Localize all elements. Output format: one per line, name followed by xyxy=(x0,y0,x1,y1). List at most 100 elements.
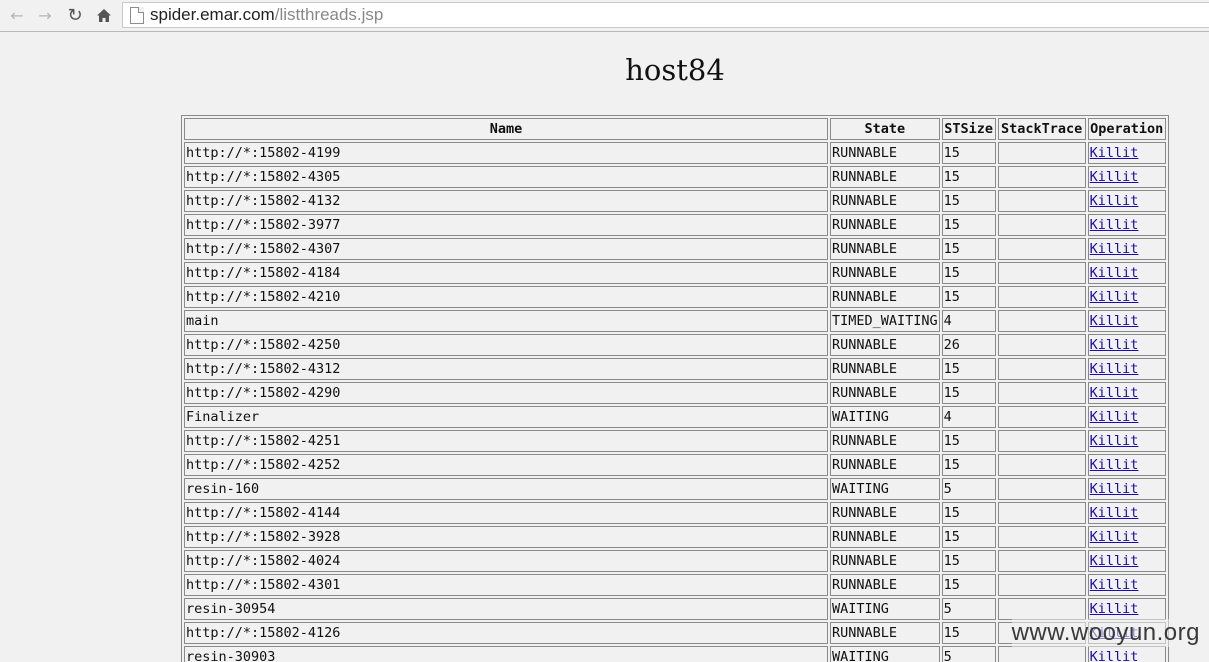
thread-stsize: 15 xyxy=(943,385,960,401)
page-title: host84 xyxy=(625,53,725,87)
thread-name-cell: http://*:15802-4250 xyxy=(184,334,828,356)
thread-stacktrace-cell xyxy=(997,598,1086,620)
thread-stsize-cell: 5 xyxy=(941,646,996,662)
table-row: http://*:15802-4210 RUNNABLE 15 Killit xyxy=(184,286,1166,308)
killit-link-cell: Killit xyxy=(1087,262,1166,284)
killit-link[interactable]: Killit xyxy=(1090,505,1139,521)
thread-state: RUNNABLE xyxy=(832,457,898,473)
killit-link[interactable]: Killit xyxy=(1090,457,1139,473)
thread-stsize-cell: 15 xyxy=(941,166,996,188)
thread-state: RUNNABLE xyxy=(832,553,898,569)
killit-link[interactable]: Killit xyxy=(1090,361,1139,377)
thread-state: RUNNABLE xyxy=(832,289,898,305)
thread-state: RUNNABLE xyxy=(832,385,898,401)
thread-name-cell: http://*:15802-4184 xyxy=(184,262,828,284)
thread-state: WAITING xyxy=(832,649,889,662)
thread-state: RUNNABLE xyxy=(832,361,898,377)
thread-name-cell: http://*:15802-3928 xyxy=(184,526,828,548)
killit-link[interactable]: Killit xyxy=(1090,313,1139,329)
table-row: http://*:15802-4250 RUNNABLE 26 Killit xyxy=(184,334,1166,356)
killit-link[interactable]: Killit xyxy=(1090,553,1139,569)
reload-icon[interactable]: ↻ xyxy=(64,4,86,26)
home-icon[interactable] xyxy=(93,4,115,26)
killit-link[interactable]: Killit xyxy=(1090,337,1139,353)
killit-link[interactable]: Killit xyxy=(1090,481,1139,497)
thread-name: http://*:15802-4290 xyxy=(186,385,341,401)
thread-state-cell: WAITING xyxy=(830,478,940,500)
thread-state-cell: WAITING xyxy=(830,598,940,620)
thread-stsize-cell: 15 xyxy=(941,190,996,212)
thread-stsize: 15 xyxy=(943,625,960,641)
killit-link[interactable]: Killit xyxy=(1090,385,1139,401)
killit-link[interactable]: Killit xyxy=(1090,193,1139,209)
table-row: Finalizer WAITING 4 Killit xyxy=(184,406,1166,428)
thread-state: RUNNABLE xyxy=(832,193,898,209)
thread-stsize: 15 xyxy=(943,217,960,233)
thread-state-cell: RUNNABLE xyxy=(830,454,940,476)
thread-state-cell: RUNNABLE xyxy=(830,238,940,260)
killit-link[interactable]: Killit xyxy=(1090,433,1139,449)
threads-table: Name State STSize StackTrace Operation h… xyxy=(181,115,1169,662)
thread-stsize-cell: 15 xyxy=(941,286,996,308)
address-bar[interactable]: spider.emar.com/listthreads.jsp xyxy=(122,2,1209,28)
killit-link[interactable]: Killit xyxy=(1090,409,1139,425)
thread-name-cell: resin-160 xyxy=(184,478,828,500)
arrow-right-icon[interactable]: → xyxy=(34,4,56,26)
thread-name-cell: http://*:15802-4144 xyxy=(184,502,828,524)
killit-link-cell: Killit xyxy=(1087,454,1166,476)
thread-state: WAITING xyxy=(832,601,889,617)
killit-link[interactable]: Killit xyxy=(1090,649,1139,662)
arrow-left-icon[interactable]: ← xyxy=(6,4,28,26)
table-row: resin-30954 WAITING 5 Killit xyxy=(184,598,1166,620)
killit-link[interactable]: Killit xyxy=(1090,145,1139,161)
killit-link[interactable]: Killit xyxy=(1090,241,1139,257)
table-row: main TIMED_WAITING 4 Killit xyxy=(184,310,1166,332)
killit-link[interactable]: Killit xyxy=(1090,265,1139,281)
thread-name: http://*:15802-4312 xyxy=(186,361,341,377)
killit-link[interactable]: Killit xyxy=(1090,601,1139,617)
table-row: http://*:15802-3977 RUNNABLE 15 Killit xyxy=(184,214,1166,236)
thread-name: resin-30903 xyxy=(186,649,276,662)
thread-name: http://*:15802-4024 xyxy=(186,553,341,569)
thread-stsize: 15 xyxy=(943,505,960,521)
killit-link-cell: Killit xyxy=(1087,214,1166,236)
thread-name: http://*:15802-4132 xyxy=(186,193,341,209)
thread-stsize: 15 xyxy=(943,457,960,473)
killit-link-cell: Killit xyxy=(1087,382,1166,404)
thread-state-cell: RUNNABLE xyxy=(830,622,940,644)
thread-state-cell: RUNNABLE xyxy=(830,214,940,236)
table-header-row: Name State STSize StackTrace Operation xyxy=(184,118,1166,140)
thread-stsize: 15 xyxy=(943,553,960,569)
killit-link[interactable]: Killit xyxy=(1090,217,1139,233)
killit-link[interactable]: Killit xyxy=(1090,529,1139,545)
thread-stsize: 4 xyxy=(943,409,952,425)
thread-state-cell: RUNNABLE xyxy=(830,574,940,596)
table-row: http://*:15802-4199 RUNNABLE 15 Killit xyxy=(184,142,1166,164)
thread-state: RUNNABLE xyxy=(832,265,898,281)
killit-link[interactable]: Killit xyxy=(1090,169,1139,185)
thread-name-cell: http://*:15802-3977 xyxy=(184,214,828,236)
table-row: resin-160 WAITING 5 Killit xyxy=(184,478,1166,500)
table-row: http://*:15802-3928 RUNNABLE 15 Killit xyxy=(184,526,1166,548)
thread-stacktrace-cell xyxy=(997,550,1086,572)
header-operation: Operation xyxy=(1087,118,1166,140)
thread-name: http://*:15802-4252 xyxy=(186,457,341,473)
killit-link[interactable]: Killit xyxy=(1090,577,1139,593)
page-icon xyxy=(130,6,144,24)
thread-stsize: 15 xyxy=(943,289,960,305)
thread-state-cell: WAITING xyxy=(830,646,940,662)
thread-state: RUNNABLE xyxy=(832,145,898,161)
thread-name-cell: http://*:15802-4252 xyxy=(184,454,828,476)
table-row: http://*:15802-4290 RUNNABLE 15 Killit xyxy=(184,382,1166,404)
thread-stsize-cell: 5 xyxy=(941,478,996,500)
table-row: http://*:15802-4144 RUNNABLE 15 Killit xyxy=(184,502,1166,524)
thread-stsize-cell: 15 xyxy=(941,502,996,524)
killit-link-cell: Killit xyxy=(1087,406,1166,428)
thread-stsize: 5 xyxy=(943,481,952,497)
thread-state-cell: RUNNABLE xyxy=(830,358,940,380)
thread-name: resin-160 xyxy=(186,481,260,497)
killit-link-cell: Killit xyxy=(1087,526,1166,548)
thread-stacktrace-cell xyxy=(997,238,1086,260)
killit-link[interactable]: Killit xyxy=(1090,289,1139,305)
thread-stacktrace-cell xyxy=(997,166,1086,188)
